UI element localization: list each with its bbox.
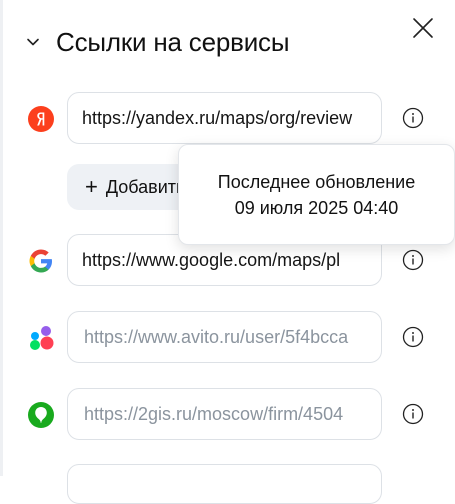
add-link-label: Добавить bbox=[105, 176, 186, 197]
service-row-yandex: https://yandex.ru/maps/org/review bbox=[0, 92, 455, 146]
next-url-field[interactable] bbox=[67, 464, 382, 504]
google-icon bbox=[27, 247, 55, 275]
plus-icon: + bbox=[85, 174, 98, 199]
service-row-2gis bbox=[0, 388, 455, 442]
avito-icon bbox=[27, 324, 55, 352]
close-button[interactable] bbox=[408, 13, 438, 43]
yandex-icon bbox=[27, 105, 55, 133]
info-icon[interactable] bbox=[402, 403, 424, 425]
last-update-tooltip: Последнее обновление 09 июля 2025 04:40 bbox=[178, 144, 455, 245]
yandex-url-value: https://yandex.ru/maps/org/review bbox=[82, 107, 353, 128]
info-icon[interactable] bbox=[402, 326, 424, 348]
chevron-down-icon[interactable] bbox=[24, 33, 42, 51]
service-row-avito bbox=[0, 311, 455, 365]
2gis-url-input[interactable] bbox=[82, 402, 367, 426]
close-icon bbox=[413, 18, 433, 38]
tooltip-line-1: Последнее обновление bbox=[217, 171, 416, 192]
section-title: Ссылки на сервисы bbox=[56, 26, 290, 57]
avito-url-input[interactable] bbox=[82, 325, 367, 349]
2gis-icon bbox=[27, 401, 55, 429]
avito-url-field[interactable] bbox=[67, 311, 382, 363]
service-links-panel: Ссылки на сервисы https://yandex.ru/maps… bbox=[0, 0, 455, 504]
2gis-url-field[interactable] bbox=[67, 388, 382, 440]
info-icon[interactable] bbox=[402, 107, 424, 129]
tooltip-line-2: 09 июля 2025 04:40 bbox=[234, 197, 399, 218]
section-header[interactable]: Ссылки на сервисы bbox=[24, 24, 290, 60]
info-icon[interactable] bbox=[402, 249, 424, 271]
google-url-value: https://www.google.com/maps/pl bbox=[82, 249, 341, 270]
yandex-url-field[interactable]: https://yandex.ru/maps/org/review bbox=[67, 92, 382, 144]
